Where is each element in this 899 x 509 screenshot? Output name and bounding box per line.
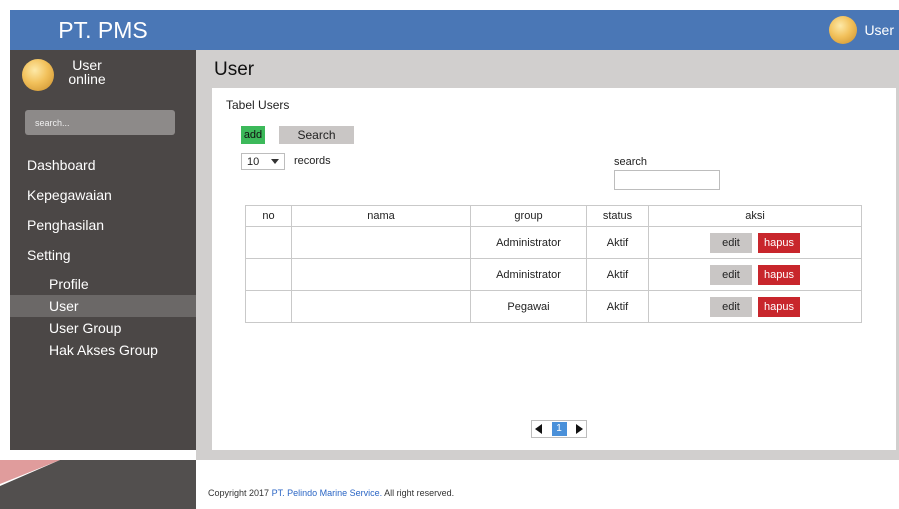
records-per-page-select[interactable]: 10	[241, 153, 285, 170]
page-title: User	[214, 59, 255, 80]
cell-nama	[291, 258, 471, 291]
column-header-status: status	[586, 205, 649, 227]
cell-group: Pegawai	[470, 290, 587, 323]
footer-copyright: Copyright 2017	[208, 488, 270, 498]
table-header-row: no nama group status aksi	[245, 205, 862, 227]
table-row: Pegawai Aktif edit hapus	[245, 290, 862, 323]
sidebar-item-kepegawaian[interactable]: Kepegawaian	[10, 180, 196, 210]
header-user-label[interactable]: User	[864, 22, 894, 38]
column-header-group: group	[470, 205, 587, 227]
search-button[interactable]: Search	[279, 126, 354, 144]
sidebar-user-name: User	[72, 57, 102, 73]
footer: Copyright 2017 PT. Pelindo Marine Servic…	[208, 488, 454, 498]
table-search-input[interactable]	[614, 170, 720, 190]
delete-button[interactable]: hapus	[758, 296, 800, 317]
search-label: search	[614, 156, 648, 168]
delete-button[interactable]: hapus	[758, 232, 800, 253]
users-panel: Tabel Users add Search 10 records search…	[212, 88, 896, 450]
cell-group: Administrator	[470, 258, 587, 291]
sidebar-search-input[interactable]	[35, 117, 165, 128]
sidebar-item-setting[interactable]: Setting	[10, 240, 196, 270]
header-user-avatar[interactable]	[829, 16, 857, 44]
chevron-down-icon	[271, 159, 279, 164]
page-number-current[interactable]: 1	[551, 422, 567, 436]
footer-rights: All right reserved.	[384, 488, 455, 498]
sidebar-subitem-profile[interactable]: Profile	[10, 273, 196, 295]
edit-button[interactable]: edit	[710, 296, 752, 317]
top-bar: User	[196, 10, 899, 50]
sidebar-item-penghasilan[interactable]: Penghasilan	[10, 210, 196, 240]
sidebar-search[interactable]	[25, 110, 175, 135]
column-header-nama: nama	[291, 205, 471, 227]
next-page-icon[interactable]	[576, 424, 583, 434]
edit-button[interactable]: edit	[710, 232, 752, 253]
table-row: Administrator Aktif edit hapus	[245, 226, 862, 259]
cell-nama	[291, 290, 471, 323]
users-table: no nama group status aksi Administrator …	[245, 205, 862, 323]
cell-aksi: edit hapus	[648, 258, 862, 291]
add-button[interactable]: add	[241, 126, 265, 144]
user-avatar	[22, 59, 54, 91]
sidebar: User online Dashboard Kepegawaian Pengha…	[10, 50, 196, 450]
edit-button[interactable]: edit	[710, 264, 752, 285]
sidebar-user-info: User online	[66, 58, 108, 86]
column-header-no: no	[245, 205, 292, 227]
records-label: records	[294, 155, 331, 167]
table-title: Tabel Users	[226, 98, 290, 112]
column-header-aksi: aksi	[648, 205, 862, 227]
delete-button[interactable]: hapus	[758, 264, 800, 285]
cell-no	[245, 290, 292, 323]
app-brand[interactable]: PT. PMS	[10, 10, 196, 50]
app-title: PT. PMS	[58, 16, 148, 43]
sidebar-subitem-user[interactable]: User	[10, 295, 196, 317]
cell-status: Aktif	[586, 290, 649, 323]
cell-group: Administrator	[470, 226, 587, 259]
footer-company-link[interactable]: PT. Pelindo Marine Service.	[272, 488, 383, 498]
cell-no	[245, 258, 292, 291]
decorative-corner	[0, 460, 196, 509]
pagination: 1	[531, 420, 587, 438]
sidebar-subitem-user-group[interactable]: User Group	[10, 317, 196, 339]
sidebar-item-dashboard[interactable]: Dashboard	[10, 150, 196, 180]
records-per-page-value: 10	[247, 155, 260, 168]
cell-aksi: edit hapus	[648, 226, 862, 259]
sidebar-user-status: online	[68, 71, 106, 87]
sidebar-nav: Dashboard Kepegawaian Penghasilan Settin…	[10, 150, 196, 361]
table-row: Administrator Aktif edit hapus	[245, 258, 862, 291]
cell-status: Aktif	[586, 258, 649, 291]
cell-status: Aktif	[586, 226, 649, 259]
previous-page-icon[interactable]	[535, 424, 542, 434]
cell-aksi: edit hapus	[648, 290, 862, 323]
cell-no	[245, 226, 292, 259]
cell-nama	[291, 226, 471, 259]
sidebar-subitem-hak-akses-group[interactable]: Hak Akses Group	[10, 339, 196, 361]
